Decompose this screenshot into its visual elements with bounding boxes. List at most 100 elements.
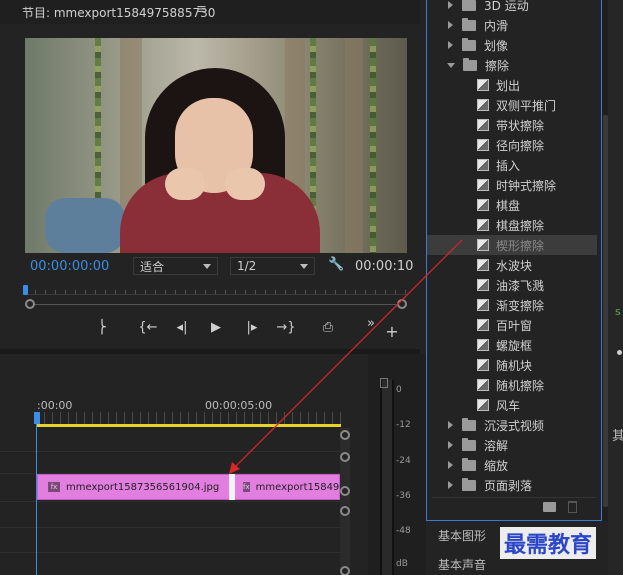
chevron-right-icon[interactable] (448, 421, 453, 429)
background-vine (370, 38, 376, 253)
effect-label: 页面剥落 (484, 478, 533, 493)
step-back-button[interactable]: ◂| (171, 320, 193, 335)
timeline-time-label: :00:00 (37, 399, 73, 412)
effect-label: 渐变擦除 (496, 298, 545, 313)
video-preview[interactable] (25, 38, 407, 253)
playhead-timecode[interactable]: 00:00:00:00 (30, 259, 109, 274)
scrollbar-handle[interactable] (340, 566, 350, 575)
add-marker-button[interactable]: ⎬ (91, 320, 113, 335)
effect-item[interactable]: 带状擦除 (427, 115, 597, 135)
play-button[interactable]: ▶ (205, 320, 227, 335)
playback-resolution-select[interactable]: 1/2 (230, 257, 315, 275)
monitor-playhead[interactable] (23, 285, 28, 295)
effect-label: 双侧平推门 (496, 98, 557, 113)
transition-effect-icon (477, 159, 489, 171)
zoom-bar-left-handle[interactable] (25, 299, 35, 309)
more-controls-button[interactable]: » (360, 316, 382, 331)
effect-item[interactable]: 螺旋框 (427, 335, 597, 355)
effect-label: 擦除 (485, 58, 510, 73)
folder-icon (462, 0, 476, 11)
edit-point[interactable] (229, 474, 235, 500)
transition-effect-icon (477, 319, 489, 331)
effects-folder[interactable]: 擦除 (427, 55, 597, 75)
effect-item[interactable]: 双侧平推门 (427, 95, 597, 115)
effect-item[interactable]: 水波块 (427, 255, 597, 275)
effect-label: 插入 (496, 158, 521, 173)
effect-item[interactable]: 划出 (427, 75, 597, 95)
effect-item[interactable]: 棋盘擦除 (427, 215, 597, 235)
effect-item[interactable]: 楔形擦除 (427, 235, 597, 255)
effect-item[interactable]: 随机擦除 (427, 375, 597, 395)
step-forward-button[interactable]: |▸ (241, 320, 263, 335)
playback-resolution-value: 1/2 (237, 259, 257, 273)
folder-icon (462, 457, 476, 471)
chevron-down-icon[interactable] (447, 62, 455, 68)
monitor-time-ruler[interactable] (25, 281, 407, 295)
wrench-icon[interactable]: 🔧 (328, 257, 344, 272)
chevron-down-icon (300, 263, 308, 269)
effect-label: 溶解 (484, 438, 509, 453)
db-label: -48 (396, 526, 411, 536)
effect-label: 水波块 (496, 258, 533, 273)
radio-dot-icon[interactable] (617, 350, 622, 355)
effect-item[interactable]: 渐变擦除 (427, 295, 597, 315)
effect-item[interactable]: 棋盘 (427, 195, 597, 215)
new-bin-icon[interactable] (543, 502, 556, 512)
zoom-fit-select[interactable]: 适合 (133, 257, 218, 275)
effects-folder[interactable]: 缩放 (427, 455, 597, 475)
adjacent-panel-text: 其 (612, 429, 623, 444)
effect-label: 风车 (496, 398, 521, 413)
background-plank (345, 38, 363, 253)
transition-effect-icon (477, 199, 489, 211)
timeline-ruler[interactable] (36, 412, 341, 424)
effect-label: 随机块 (496, 358, 533, 373)
chevron-right-icon[interactable] (448, 1, 453, 9)
folder-icon (463, 57, 477, 71)
trash-icon[interactable] (568, 501, 577, 513)
transition-effect-icon (477, 139, 489, 151)
scrollbar-handle[interactable] (340, 506, 350, 516)
timeline-clip[interactable]: fx mmexport1587356561904.jpg (37, 474, 231, 500)
effect-item[interactable]: 风车 (427, 395, 597, 415)
tab-essential-graphics[interactable]: 基本图形 (438, 527, 486, 544)
effect-label: 棋盘 (496, 198, 521, 213)
effects-folder[interactable]: 沉浸式视频 (427, 415, 597, 435)
effects-folder[interactable]: 溶解 (427, 435, 597, 455)
effects-folder[interactable]: 内滑 (427, 15, 597, 35)
chevron-right-icon[interactable] (448, 21, 453, 29)
effect-item[interactable]: 时钟式擦除 (427, 175, 597, 195)
go-to-out-button[interactable]: →} (275, 320, 297, 335)
person-hand-shape (165, 168, 205, 200)
chevron-right-icon[interactable] (448, 41, 453, 49)
timeline-vertical-scrollbar[interactable] (340, 428, 350, 575)
meter-solo-icon[interactable] (380, 378, 388, 388)
effect-item[interactable]: 油漆飞溅 (427, 275, 597, 295)
effect-item[interactable]: 插入 (427, 155, 597, 175)
scrollbar-handle[interactable] (340, 452, 350, 462)
effects-folder[interactable]: 划像 (427, 35, 597, 55)
scrollbar-handle[interactable] (340, 486, 350, 496)
effect-item[interactable]: 随机块 (427, 355, 597, 375)
chevron-right-icon[interactable] (448, 441, 453, 449)
panel-menu-icon[interactable]: ≡ (196, 2, 207, 17)
tab-essential-sound[interactable]: 基本声音 (438, 556, 486, 573)
monitor-zoom-bar[interactable] (30, 304, 402, 305)
effects-panel: 3D 运动 内滑 划像擦除划出双侧平推门带状擦除 径向擦除插入时钟式擦除棋盘棋盘擦除楔… (426, 0, 602, 521)
effect-item[interactable]: 径向擦除 (427, 135, 597, 155)
timeline-playhead-handle[interactable] (34, 412, 40, 424)
export-frame-button[interactable]: ⎙ (317, 320, 339, 335)
button-editor-add[interactable]: + (381, 322, 403, 341)
chevron-right-icon[interactable] (448, 461, 453, 469)
chair-shape (45, 198, 125, 253)
chevron-right-icon[interactable] (448, 481, 453, 489)
effects-folder[interactable]: 3D 运动 (427, 0, 597, 15)
program-monitor-title[interactable]: 节目: mmexport1584975885730 (22, 4, 215, 21)
go-to-in-button[interactable]: {← (137, 320, 159, 335)
scrollbar-handle[interactable] (340, 430, 350, 440)
work-area-bar[interactable] (36, 424, 341, 427)
zoom-bar-right-handle[interactable] (397, 299, 407, 309)
effects-folder[interactable]: 页面剥落 (427, 475, 597, 495)
adjacent-panel-text: s (615, 305, 621, 318)
effect-item[interactable]: 百叶窗 (427, 315, 597, 335)
timeline-clip[interactable]: fx mmexport1584975 (232, 474, 340, 500)
